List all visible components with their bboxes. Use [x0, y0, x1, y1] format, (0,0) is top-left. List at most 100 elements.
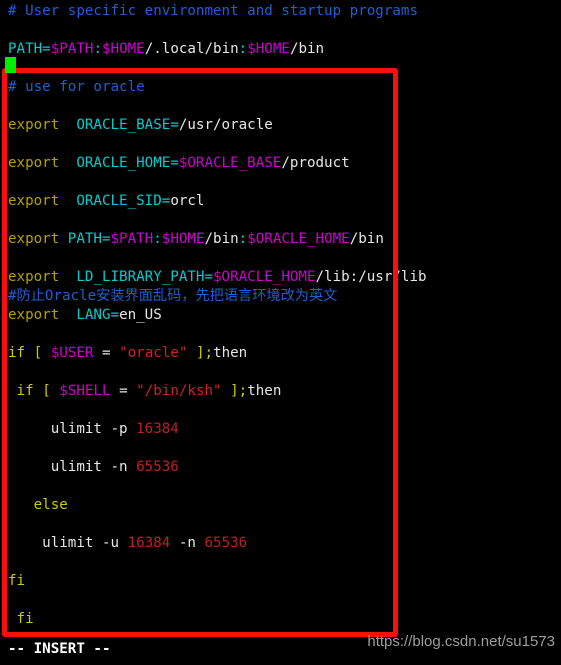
code-token: $ORACLE_HOME	[213, 269, 316, 285]
code-token: then	[247, 383, 282, 399]
code-token: ;	[238, 383, 248, 399]
code-token: :	[238, 231, 248, 247]
code-line[interactable]: export ORACLE_SID=orcl	[0, 192, 561, 211]
code-line[interactable]	[0, 249, 561, 268]
code-line[interactable]	[0, 135, 561, 154]
code-token: export	[8, 155, 60, 171]
code-token: PATH=	[8, 41, 51, 57]
code-line[interactable]: ulimit -p 16384	[0, 420, 561, 439]
code-line[interactable]	[0, 325, 561, 344]
code-line[interactable]	[0, 173, 561, 192]
code-line[interactable]: #防止Oracle安装界面乱码，先把语言环境改为英文	[0, 287, 561, 306]
code-token: $HOME	[247, 41, 290, 57]
code-token: fi	[16, 611, 34, 627]
code-token: export	[8, 307, 60, 323]
code-token: ulimit -n	[8, 459, 137, 475]
terminal-window[interactable]: # User specific environment and startup …	[0, 0, 561, 665]
code-token: :	[238, 41, 248, 57]
code-token: $ORACLE_HOME	[247, 231, 350, 247]
code-token: ]	[230, 383, 239, 399]
code-line[interactable]: export LD_LIBRARY_PATH=$ORACLE_HOME/lib:…	[0, 268, 561, 287]
code-line[interactable]: if [ $SHELL = "/bin/ksh" ];then	[0, 382, 561, 401]
code-line[interactable]: if [ $USER = "oracle" ];then	[0, 344, 561, 363]
code-line[interactable]: ulimit -u 16384 -n 65536	[0, 534, 561, 553]
code-token: PATH=	[67, 231, 111, 247]
code-token: export	[8, 269, 60, 285]
code-token: -n	[170, 535, 205, 551]
code-token: # User specific environment and startup …	[8, 3, 418, 19]
code-line[interactable]	[0, 21, 561, 40]
code-line[interactable]: PATH=$PATH:$HOME/.local/bin:$HOME/bin	[0, 40, 561, 59]
code-token: "oracle"	[119, 345, 188, 361]
code-token: /usr/oracle	[178, 117, 273, 133]
code-line[interactable]: export LANG=en_US	[0, 306, 561, 325]
code-token: export	[8, 231, 60, 247]
code-line[interactable]	[0, 439, 561, 458]
code-token: else	[33, 497, 68, 513]
code-token: $HOME	[101, 41, 145, 57]
code-token: $SHELL	[59, 383, 111, 399]
code-token: 65536	[136, 459, 179, 475]
code-line[interactable]	[0, 97, 561, 116]
code-token: if	[8, 345, 26, 361]
code-line[interactable]: export PATH=$PATH:$HOME/bin:$ORACLE_HOME…	[0, 230, 561, 249]
block-cursor	[5, 57, 16, 73]
code-token: /product	[281, 155, 350, 171]
code-token: LANG=	[76, 307, 120, 323]
code-token: /bin	[289, 41, 325, 57]
code-line[interactable]	[0, 211, 561, 230]
code-line[interactable]	[0, 591, 561, 610]
code-line[interactable]: # User specific environment and startup …	[0, 2, 561, 21]
code-token: fi	[8, 573, 26, 589]
code-token: $PATH	[50, 41, 94, 57]
code-line[interactable]: # use for oracle	[0, 78, 561, 97]
vim-status-line: -- INSERT -- https://blog.csdn.net/su157…	[0, 633, 561, 665]
code-token: 16384	[127, 535, 171, 551]
code-token: /.local/bin	[144, 41, 239, 57]
code-token: /bin	[204, 231, 239, 247]
code-token: 65536	[204, 535, 248, 551]
code-token: en_US	[119, 307, 162, 323]
code-token: then	[213, 345, 248, 361]
code-line[interactable]: export ORACLE_HOME=$ORACLE_BASE/product	[0, 154, 561, 173]
code-line[interactable]: ulimit -n 65536	[0, 458, 561, 477]
code-token: $USER	[50, 345, 94, 361]
code-line[interactable]: else	[0, 496, 561, 515]
code-line[interactable]	[0, 477, 561, 496]
code-token: ORACLE_HOME=	[76, 155, 179, 171]
code-line[interactable]: fi	[0, 610, 561, 629]
code-token: =	[110, 383, 137, 399]
code-token: export	[8, 193, 60, 209]
code-line[interactable]	[0, 401, 561, 420]
code-token: 16384	[136, 421, 179, 437]
code-token: #防止Oracle安装界面乱码，先把语言环境改为英文	[8, 288, 338, 304]
code-line[interactable]	[0, 59, 561, 78]
code-token: LD_LIBRARY_PATH=	[76, 269, 214, 285]
code-line[interactable]	[0, 515, 561, 534]
code-token: ulimit -p	[8, 421, 137, 437]
code-token: $ORACLE_BASE	[178, 155, 282, 171]
code-token: if	[16, 383, 34, 399]
code-line[interactable]	[0, 363, 561, 382]
vim-buffer-text[interactable]: # User specific environment and startup …	[0, 0, 561, 629]
code-line[interactable]: fi	[0, 572, 561, 591]
code-line[interactable]	[0, 553, 561, 572]
code-token: [	[33, 345, 43, 361]
code-token: "/bin/ksh"	[136, 383, 222, 399]
code-line[interactable]: export ORACLE_BASE=/usr/oracle	[0, 116, 561, 135]
